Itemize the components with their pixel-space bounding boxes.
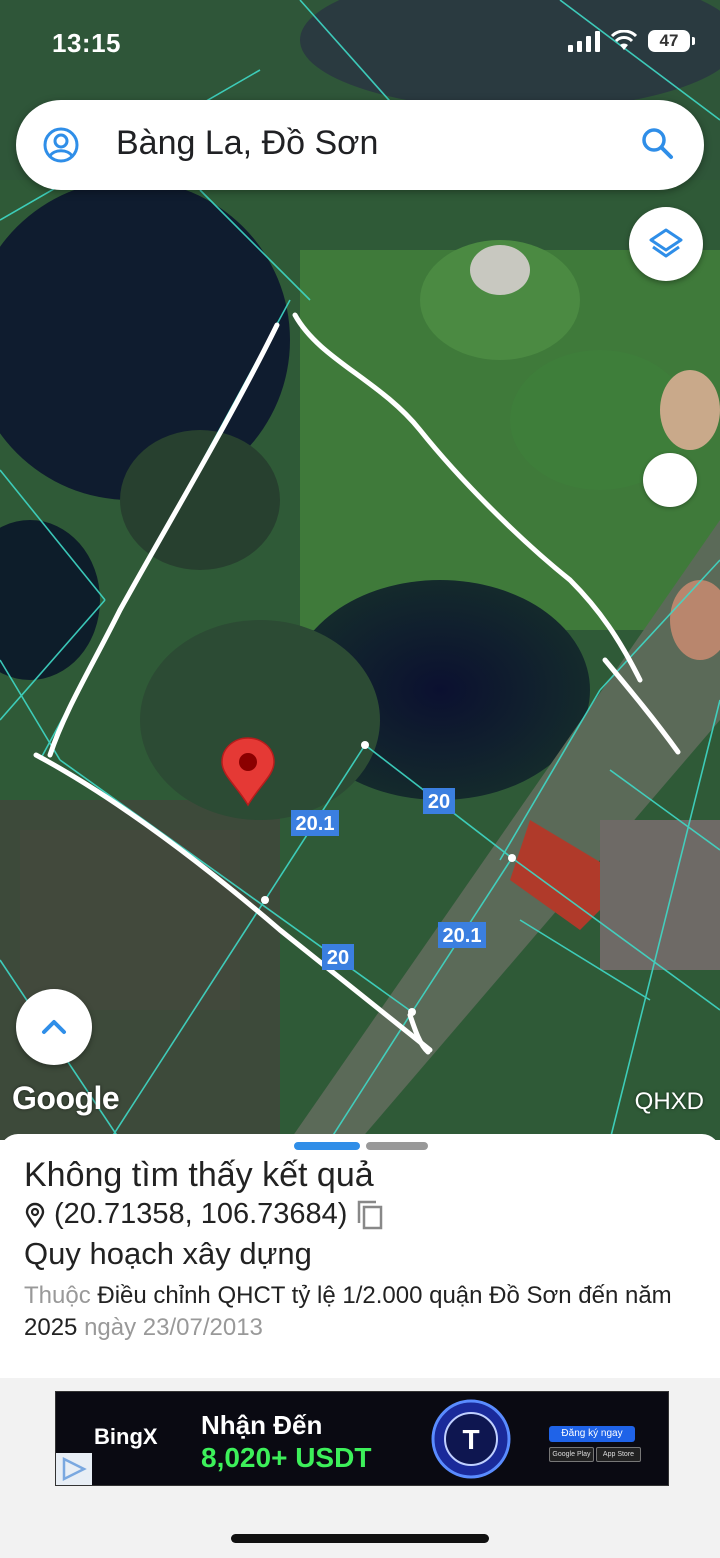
expand-button[interactable] — [16, 989, 92, 1065]
sheet-tab-active[interactable] — [294, 1142, 360, 1150]
clock: 13:15 — [52, 28, 121, 58]
sheet-tab[interactable] — [366, 1142, 428, 1150]
ad-amount: 8,020+ USDT — [201, 1442, 372, 1473]
plan-category: Quy hoạch xây dựng — [24, 1236, 312, 1271]
plan-description: Thuộc Điều chỉnh QHCT tỷ lệ 1/2.000 quận… — [24, 1280, 704, 1344]
wifi-icon — [610, 30, 638, 50]
plan-date: 23/07/2013 — [142, 1314, 263, 1341]
battery-icon: 47 — [648, 30, 695, 52]
dimension-label: 20 — [327, 947, 349, 969]
status-icons: 47 — [568, 30, 695, 52]
ad-container: BingX Nhận Đến 8,020+ USDT T Đăng ký nga… — [0, 1378, 720, 1558]
adchoices-icon[interactable] — [56, 1453, 92, 1485]
ad-headline: Nhận Đến — [201, 1410, 323, 1440]
home-indicator — [231, 1534, 489, 1543]
result-title: Không tìm thấy kết quả — [24, 1156, 374, 1194]
sheet-handle[interactable] — [294, 1142, 428, 1150]
google-play-badge[interactable]: Google Play — [549, 1447, 594, 1462]
dimension-label: 20.1 — [296, 813, 335, 835]
dimension-label: 20.1 — [443, 925, 482, 947]
chevron-up-icon — [42, 1020, 66, 1034]
status-bar: 13:15 47 — [0, 0, 720, 90]
map-view[interactable]: 20.1 20 20 20.1 13:15 47 Bàng La, Đồ Sơn… — [0, 0, 720, 1140]
location-pin-icon — [25, 1202, 45, 1228]
coordinates-text: (20.71358, 106.73684) — [54, 1198, 348, 1230]
search-icon[interactable] — [640, 126, 676, 162]
coordinates-row: (20.71358, 106.73684) — [24, 1198, 385, 1231]
ad-brand: BingX — [94, 1424, 158, 1449]
ad-banner[interactable]: BingX Nhận Đến 8,020+ USDT T Đăng ký nga… — [55, 1391, 669, 1486]
location-button[interactable] — [643, 453, 697, 507]
cellular-signal-icon — [568, 31, 600, 52]
bottom-sheet[interactable]: Không tìm thấy kết quả (20.71358, 106.73… — [0, 1134, 720, 1378]
ad-cta-button[interactable]: Đăng ký ngay — [549, 1426, 635, 1442]
account-circle-icon[interactable] — [42, 126, 80, 164]
search-input[interactable]: Bàng La, Đồ Sơn — [116, 124, 378, 163]
desc-prefix: Thuộc — [24, 1282, 91, 1309]
copy-icon[interactable] — [355, 1199, 385, 1231]
date-prefix: ngày — [84, 1314, 137, 1341]
app-store-badge[interactable]: App Store — [596, 1447, 641, 1462]
svg-text:T: T — [462, 1424, 479, 1455]
google-logo: Google — [12, 1080, 120, 1116]
coin-illustration-icon: T — [431, 1399, 511, 1479]
search-bar[interactable]: Bàng La, Đồ Sơn — [16, 100, 704, 190]
layer-label: QHXD — [634, 1088, 704, 1115]
layers-icon — [649, 228, 683, 258]
layers-button[interactable] — [629, 207, 703, 281]
dimension-label: 20 — [428, 791, 450, 813]
